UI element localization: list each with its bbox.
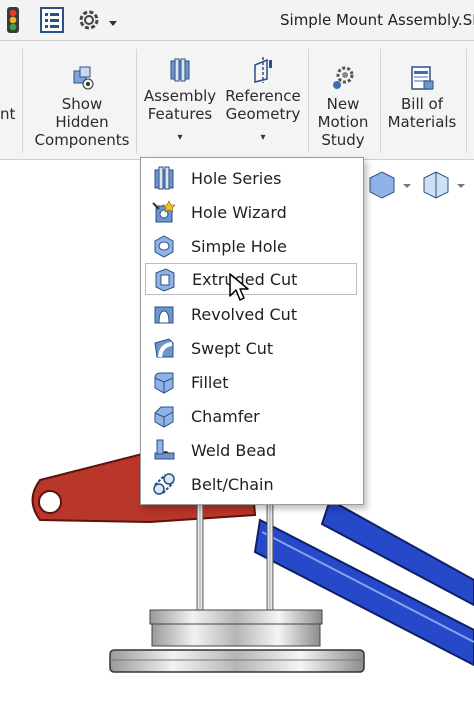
menu-item-weld-bead[interactable]: Weld Bead xyxy=(145,434,357,466)
title-bar: Simple Mount Assembly.SL xyxy=(0,0,474,41)
view-orientation-icon xyxy=(369,171,411,199)
menu-item-label: Belt/Chain xyxy=(191,474,274,494)
assembly-features-button[interactable]: Assembly Features ▾ xyxy=(142,57,218,147)
menu-item-label: Revolved Cut xyxy=(191,304,298,324)
cut-off-ribbon-button[interactable]: nt xyxy=(0,105,15,123)
chevron-down-icon[interactable] xyxy=(108,13,118,32)
reference-geometry-icon xyxy=(249,57,277,83)
menu-item-label: Weld Bead xyxy=(191,440,277,460)
assembly-features-icon xyxy=(166,57,194,83)
gear-icon[interactable] xyxy=(76,7,102,37)
assembly-features-menu: Hole Series Hole Wizard Simple Hole Extr… xyxy=(140,157,364,505)
display-style-icon xyxy=(423,171,465,199)
window-title: Simple Mount Assembly.SL xyxy=(280,11,474,29)
round-base xyxy=(109,609,365,673)
ribbon-divider xyxy=(380,49,381,153)
options-list-icon[interactable] xyxy=(40,7,64,37)
mouse-cursor-icon xyxy=(228,272,250,306)
weld-bead-icon xyxy=(151,437,177,463)
fillet-icon xyxy=(151,369,177,395)
bill-of-materials-button[interactable]: Bill of Materials xyxy=(384,65,460,131)
show-hidden-components-button[interactable]: Show Hidden Components xyxy=(34,65,130,149)
menu-item-extruded-cut[interactable]: Extruded Cut xyxy=(145,263,357,295)
right-post xyxy=(266,499,274,611)
left-post xyxy=(196,499,204,611)
reference-geometry-dropdown-caret[interactable]: ▾ xyxy=(222,129,304,147)
new-motion-study-button[interactable]: New Motion Study xyxy=(312,65,374,149)
menu-item-chamfer[interactable]: Chamfer xyxy=(145,400,357,432)
bill-of-materials-icon xyxy=(408,65,436,91)
revolved-cut-icon xyxy=(151,301,177,327)
menu-item-label: Hole Series xyxy=(191,168,282,188)
menu-item-label: Simple Hole xyxy=(191,236,287,256)
belt-chain-icon xyxy=(151,471,177,497)
menu-item-label: Chamfer xyxy=(191,406,260,426)
ribbon-divider xyxy=(22,49,23,153)
menu-item-swept-cut[interactable]: Swept Cut xyxy=(145,332,357,364)
ribbon-divider xyxy=(308,49,309,153)
menu-item-label: Fillet xyxy=(191,372,229,392)
menu-item-label: Hole Wizard xyxy=(191,202,287,222)
menu-item-simple-hole[interactable]: Simple Hole xyxy=(145,230,357,262)
swept-cut-icon xyxy=(151,335,177,361)
command-ribbon: nt Show Hidden Components Assembly Featu… xyxy=(0,41,474,160)
menu-item-revolved-cut[interactable]: Revolved Cut xyxy=(145,298,357,330)
menu-item-label: Swept Cut xyxy=(191,338,274,358)
menu-item-fillet[interactable]: Fillet xyxy=(145,366,357,398)
extruded-cut-icon xyxy=(152,266,178,292)
menu-item-hole-wizard[interactable]: Hole Wizard xyxy=(145,196,357,228)
chamfer-icon xyxy=(151,403,177,429)
menu-item-hole-series[interactable]: Hole Series xyxy=(145,162,357,194)
hole-series-icon xyxy=(151,165,177,191)
simple-hole-icon xyxy=(151,233,177,259)
traffic-light-icon[interactable] xyxy=(4,7,22,37)
ribbon-divider xyxy=(466,49,467,153)
show-hidden-components-icon xyxy=(68,65,96,91)
motion-study-icon xyxy=(329,65,357,91)
hole-wizard-icon xyxy=(151,199,177,225)
reference-geometry-button[interactable]: Reference Geometry ▾ xyxy=(222,57,304,147)
assembly-features-dropdown-caret[interactable]: ▾ xyxy=(142,129,218,147)
ribbon-divider xyxy=(136,49,137,153)
menu-item-belt-chain[interactable]: Belt/Chain xyxy=(145,468,357,500)
